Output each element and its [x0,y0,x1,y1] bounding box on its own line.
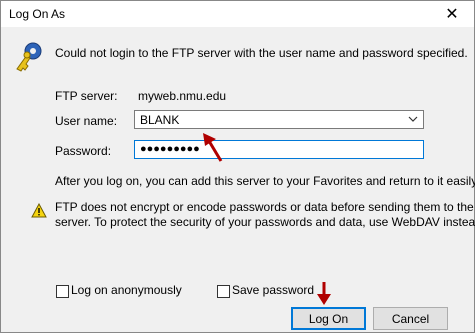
username-value: BLANK [140,113,180,127]
key-icon [16,42,42,72]
title-bar: Log On As ✕ [1,1,474,27]
cancel-button[interactable]: Cancel [373,307,448,330]
warning-line-1: FTP does not encrypt or encode passwords… [55,200,474,214]
warning-line-2: server. To protect the security of your … [55,215,475,229]
save-password-label: Save password [232,283,315,297]
password-value: ●●●●●●●●● [140,143,200,155]
chevron-down-icon[interactable] [407,113,419,125]
dialog-body: Could not login to the FTP server with t… [1,27,475,332]
ftp-server-value: myweb.nmu.edu [138,89,227,103]
log-on-as-dialog: Log On As ✕ Could not login to the FTP s… [0,0,475,333]
password-field[interactable]: ●●●●●●●●● [134,140,424,159]
annotation-arrow-down-icon [317,282,331,305]
anonymous-label: Log on anonymously [71,283,182,297]
window-title: Log On As [9,7,66,21]
info-text: After you log on, you can add this serve… [55,174,475,188]
warning-icon [31,203,47,218]
username-label: User name: [55,114,118,128]
save-password-checkbox[interactable] [217,285,230,298]
ftp-server-label: FTP server: [55,89,118,103]
anonymous-checkbox[interactable] [56,285,69,298]
password-label: Password: [55,144,112,158]
error-message: Could not login to the FTP server with t… [55,46,468,60]
username-combobox[interactable]: BLANK [134,110,424,129]
logon-button[interactable]: Log On [291,307,366,330]
close-button[interactable]: ✕ [430,1,474,27]
annotation-arrow-up-icon [203,133,223,162]
